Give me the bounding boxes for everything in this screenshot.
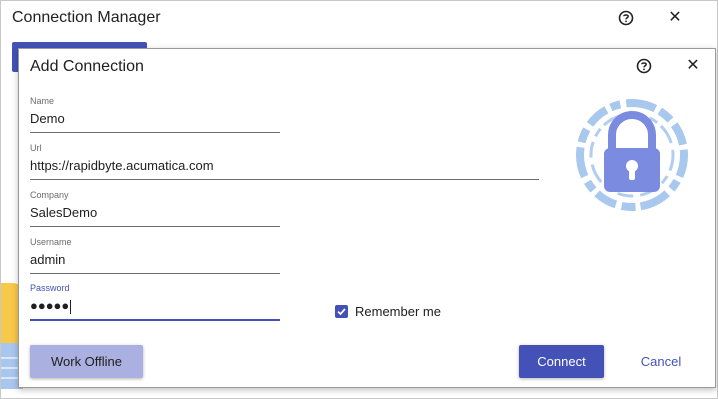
window-title: Connection Manager xyxy=(12,9,161,26)
company-label: Company xyxy=(30,190,69,200)
username-underline xyxy=(30,273,280,274)
checkbox-checked-icon[interactable] xyxy=(335,305,348,318)
remember-me-checkbox[interactable]: Remember me xyxy=(335,304,441,319)
username-input[interactable]: admin xyxy=(30,249,280,267)
url-field[interactable]: Url https://rapidbyte.acumatica.com xyxy=(30,143,539,180)
close-icon[interactable]: ✕ xyxy=(665,7,685,27)
text-caret xyxy=(70,299,72,314)
add-connection-dialog: Add Connection ✕ Name Demo Url https://r… xyxy=(18,48,716,388)
close-icon[interactable]: ✕ xyxy=(683,55,703,75)
help-icon[interactable] xyxy=(617,9,635,27)
url-label: Url xyxy=(30,143,42,153)
lock-icon xyxy=(572,93,693,217)
url-input[interactable]: https://rapidbyte.acumatica.com xyxy=(30,155,539,173)
name-field[interactable]: Name Demo xyxy=(30,96,280,133)
password-field[interactable]: Password ●●●●● xyxy=(30,283,280,321)
password-value: ●●●●● xyxy=(30,298,70,313)
help-icon[interactable] xyxy=(635,57,653,75)
name-label: Name xyxy=(30,96,55,106)
password-input[interactable]: ●●●●● xyxy=(30,295,280,314)
name-underline xyxy=(30,132,280,133)
connect-button[interactable]: Connect xyxy=(519,345,604,378)
company-field[interactable]: Company SalesDemo xyxy=(30,190,280,227)
username-label: Username xyxy=(30,237,72,247)
password-underline xyxy=(30,319,280,321)
cancel-button[interactable]: Cancel xyxy=(629,345,693,378)
password-label: Password xyxy=(30,283,70,293)
work-offline-button[interactable]: Work Offline xyxy=(30,345,143,378)
dialog-title: Add Connection xyxy=(30,58,144,75)
username-field[interactable]: Username admin xyxy=(30,237,280,274)
url-underline xyxy=(30,179,539,180)
company-underline xyxy=(30,226,280,227)
company-input[interactable]: SalesDemo xyxy=(30,202,280,220)
remember-me-label: Remember me xyxy=(355,304,441,319)
name-input[interactable]: Demo xyxy=(30,108,280,126)
